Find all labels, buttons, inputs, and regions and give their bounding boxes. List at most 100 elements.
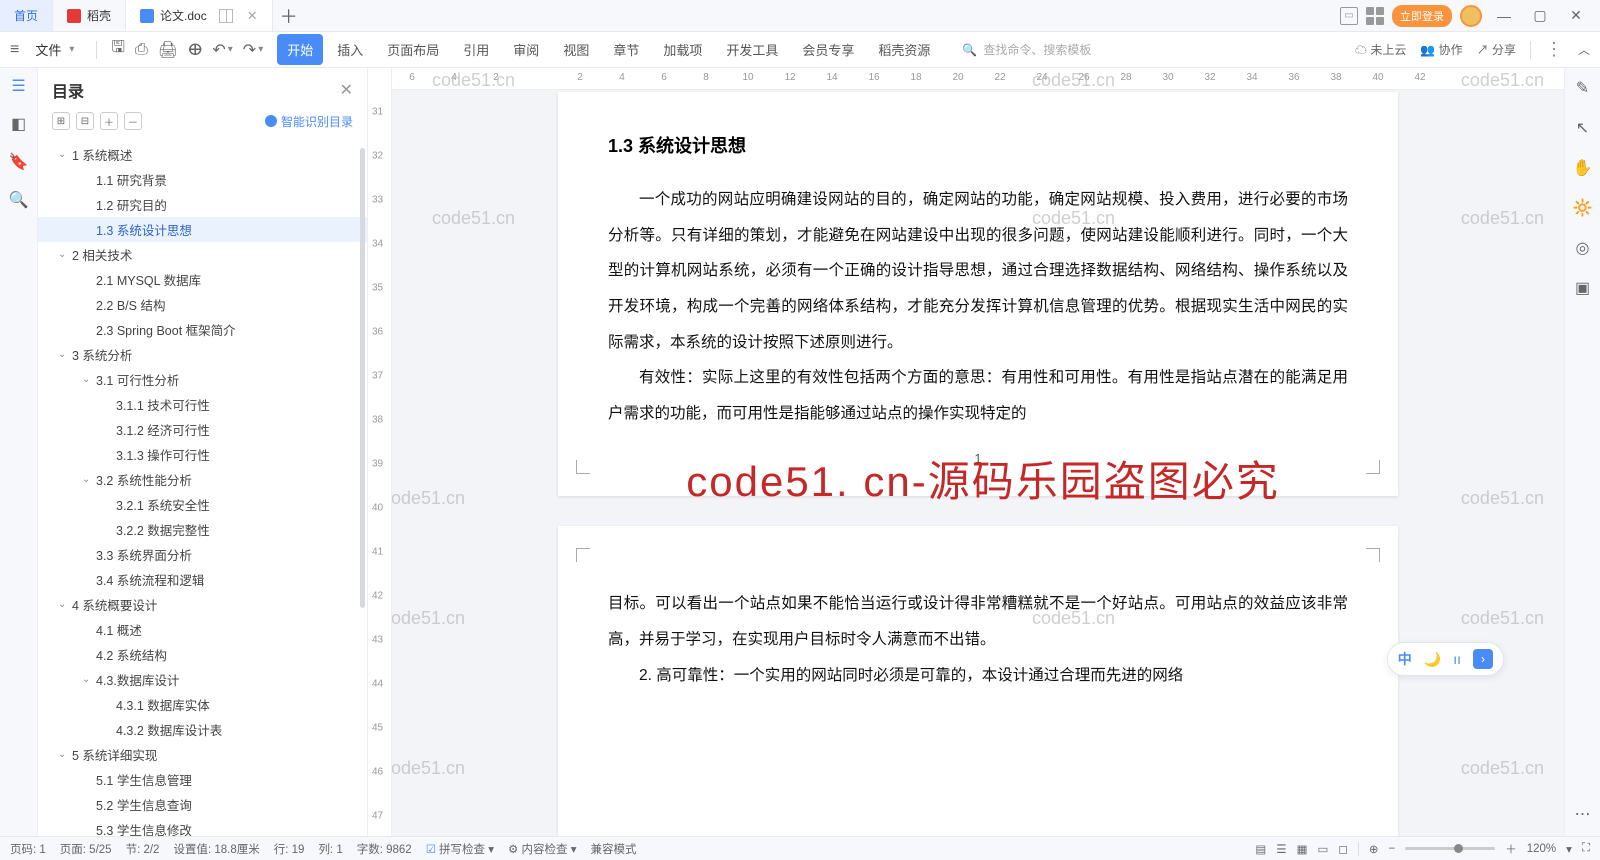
status-page[interactable]: 页面: 5/25 [60,841,112,857]
chevron-down-icon[interactable]: ⌄ [58,149,72,160]
level-up-button[interactable]: ＋ [100,112,118,130]
ime-float-bar[interactable]: 中 🌙 ıı › [1387,642,1504,676]
chevron-down-icon[interactable]: ⌄ [82,374,96,385]
compat-mode[interactable]: 兼容模式 [590,841,636,857]
toc-item[interactable]: 4.1 概述 [38,617,367,642]
find-icon[interactable]: 🔍 [9,190,29,210]
cursor-icon[interactable]: ↖ [1573,118,1593,138]
toc-item[interactable]: ⌄3 系统分析 [38,342,367,367]
ime-cn[interactable]: 中 [1398,649,1412,669]
toc-item[interactable]: ⌄1 系统概述 [38,142,367,167]
fit-icon[interactable]: ⊕ [1369,842,1379,856]
cloud-status[interactable]: ☁ 未上云 [1355,41,1406,58]
menu-稻壳资源[interactable]: 稻壳资源 [868,34,940,65]
status-page-num[interactable]: 页码: 1 [10,841,46,857]
bookmark-icon[interactable]: 🔖 [9,152,29,172]
toc-item[interactable]: ⌄4 系统概要设计 [38,592,367,617]
toc-item[interactable]: 3.2.2 数据完整性 [38,517,367,542]
toc-item[interactable]: 4.3.1 数据库实体 [38,692,367,717]
smart-toc-button[interactable]: 智能识别目录 [265,113,353,130]
file-menu[interactable]: 文件▾ [27,38,82,61]
toc-item[interactable]: ⌄5 系统详细实现 [38,742,367,767]
toc-item[interactable]: ⌄4.3.数据库设计 [38,667,367,692]
toc-item[interactable]: 2.1 MYSQL 数据库 [38,267,367,292]
zoom-out-button[interactable]: − [1389,843,1396,855]
toc-item[interactable]: 1.3 系统设计思想 [38,217,367,242]
outline-scrollbar[interactable] [360,148,365,608]
close-tab-icon[interactable]: ✕ [247,8,258,24]
dots-icon[interactable]: ıı [1453,651,1461,667]
zoom-in-button[interactable]: ＋ [1505,841,1517,857]
menu-开发工具[interactable]: 开发工具 [716,34,788,65]
collab-button[interactable]: 👥 协作 [1420,41,1462,58]
login-button[interactable]: 立即登录 [1392,5,1452,27]
status-setval[interactable]: 设置值: 18.8厘米 [173,841,259,857]
toc-item[interactable]: 3.1.2 经济可行性 [38,417,367,442]
toc-item[interactable]: 3.1.3 操作可行性 [38,442,367,467]
add-tab-button[interactable]: ＋ [273,3,305,29]
status-line[interactable]: 行: 19 [274,841,305,857]
toc-item[interactable]: 5.2 学生信息查询 [38,792,367,817]
zoom-slider[interactable] [1405,847,1495,850]
toc-item[interactable]: 3.3 系统界面分析 [38,542,367,567]
share-button[interactable]: ↗ 分享 [1477,41,1516,58]
view-read-icon[interactable]: ▭ [1317,842,1328,856]
close-window-button[interactable]: ✕ [1562,2,1590,30]
toc-item[interactable]: 3.1.1 技术可行性 [38,392,367,417]
hand-icon[interactable]: ✋ [1573,158,1593,178]
toc-item[interactable]: ⌄3.2 系统性能分析 [38,467,367,492]
avatar-icon[interactable] [1460,5,1482,27]
pen-icon[interactable]: ✎ [1573,78,1593,98]
undo-icon[interactable]: ↶▾ [212,36,232,63]
chevron-down-icon[interactable]: ⌄ [58,749,72,760]
collapse-all-button[interactable]: ⊟ [76,112,94,130]
outline-icon[interactable]: ☰ [9,76,29,96]
toc-item[interactable]: 1.2 研究目的 [38,192,367,217]
close-outline-icon[interactable]: ✕ [340,80,353,100]
collapse-ribbon-icon[interactable]: ︿ [1578,41,1590,58]
toc-item[interactable]: ⌄2 相关技术 [38,242,367,267]
print-preview-icon[interactable]: ⎙ [135,36,148,63]
status-words[interactable]: 字数: 9862 [357,841,412,857]
view-focus-icon[interactable]: ◻ [1338,842,1348,856]
toc-item[interactable]: ⌄3.1 可行性分析 [38,367,367,392]
tab-1[interactable]: 稻壳 [53,0,126,31]
more-tools-icon[interactable]: ⋯ [1573,804,1593,824]
toc-item[interactable]: 3.4 系统流程和逻辑 [38,567,367,592]
redo-icon[interactable]: ↷▾ [243,36,263,63]
menu-章节[interactable]: 章节 [603,34,649,65]
toc-item[interactable]: 2.3 Spring Boot 框架简介 [38,317,367,342]
toc-item[interactable]: 4.2 系统结构 [38,642,367,667]
ai-icon[interactable]: 🔆 [1573,198,1593,218]
hamburger-icon[interactable]: ≡ [10,41,19,59]
apps-icon[interactable] [1366,7,1384,25]
shapes-icon[interactable]: ◧ [9,114,29,134]
toc-item[interactable]: 3.2.1 系统安全性 [38,492,367,517]
maximize-button[interactable]: ▢ [1526,2,1554,30]
more-icon[interactable]: ⋮ [1545,39,1564,60]
chevron-down-icon[interactable]: ⌄ [58,349,72,360]
toc-item[interactable]: 2.2 B/S 结构 [38,292,367,317]
toc-item[interactable]: 5.3 学生信息修改 [38,817,367,836]
toc-item[interactable]: 4.3.2 数据库设计表 [38,717,367,742]
menu-引用[interactable]: 引用 [453,34,499,65]
expand-all-button[interactable]: ⊞ [52,112,70,130]
moon-icon[interactable]: 🌙 [1424,651,1441,668]
view-page-icon[interactable]: ▤ [1255,842,1266,856]
screen-icon[interactable]: ▣ [1573,278,1593,298]
zoom-dropdown-icon[interactable]: ▾ [1566,842,1572,856]
chevron-down-icon[interactable]: ⌄ [82,474,96,485]
fullscreen-icon[interactable]: ⛶ [1582,842,1590,855]
chevron-down-icon[interactable]: ⌄ [82,674,96,685]
view-outline-icon[interactable]: ☰ [1276,842,1286,856]
split-view-icon[interactable] [219,9,233,23]
toc-item[interactable]: 5.1 学生信息管理 [38,767,367,792]
expand-icon[interactable]: › [1473,649,1493,669]
menu-开始[interactable]: 开始 [277,34,323,65]
status-section[interactable]: 节: 2/2 [126,841,160,857]
print-icon[interactable]: 🖨 [158,36,178,63]
spell-check[interactable]: 拼写检查 ▾ [426,841,494,857]
search-box[interactable]: 🔍 查找命令、搜索模板 [962,41,1091,58]
menu-视图[interactable]: 视图 [553,34,599,65]
save-icon[interactable]: 🖫 [111,36,125,63]
